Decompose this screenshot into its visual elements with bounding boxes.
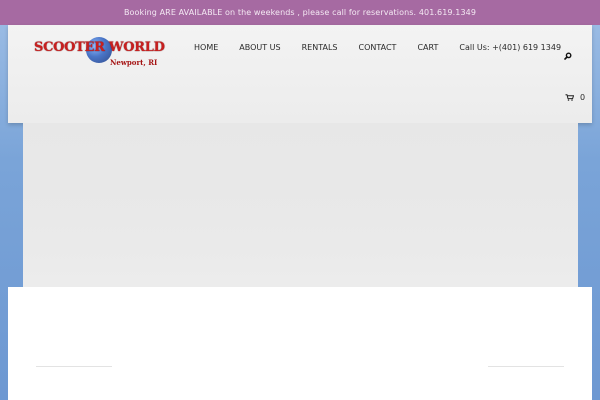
logo-subtitle: Newport, RI — [110, 58, 158, 67]
nav-item-cart[interactable]: CART — [417, 43, 438, 52]
cart-widget[interactable]: 0 — [565, 93, 585, 102]
logo-title: SCOOTER WORLD — [34, 40, 165, 55]
phone-number[interactable]: Call Us: +(401) 619 1349 — [459, 43, 561, 52]
cart-count: 0 — [580, 93, 586, 102]
page-content — [8, 287, 592, 400]
main-nav: HOME ABOUT US RENTALS CONTACT CART Call … — [194, 43, 561, 52]
divider-left — [36, 366, 112, 367]
hero-banner — [23, 123, 578, 287]
search-icon[interactable] — [564, 45, 572, 60]
divider-right — [488, 366, 564, 367]
site-logo[interactable]: SCOOTER WORLD Newport, RI — [34, 36, 165, 78]
site-header: SCOOTER WORLD Newport, RI HOME ABOUT US … — [8, 25, 592, 123]
announcement-text: Booking ARE AVAILABLE on the weekends , … — [123, 8, 477, 17]
nav-item-contact[interactable]: CONTACT — [359, 43, 397, 52]
cart-icon — [565, 94, 574, 101]
nav-item-about-us[interactable]: ABOUT US — [239, 43, 280, 52]
nav-item-rentals[interactable]: RENTALS — [302, 43, 338, 52]
nav-item-home[interactable]: HOME — [194, 43, 218, 52]
announcement-bar: Booking ARE AVAILABLE on the weekends , … — [0, 0, 600, 25]
